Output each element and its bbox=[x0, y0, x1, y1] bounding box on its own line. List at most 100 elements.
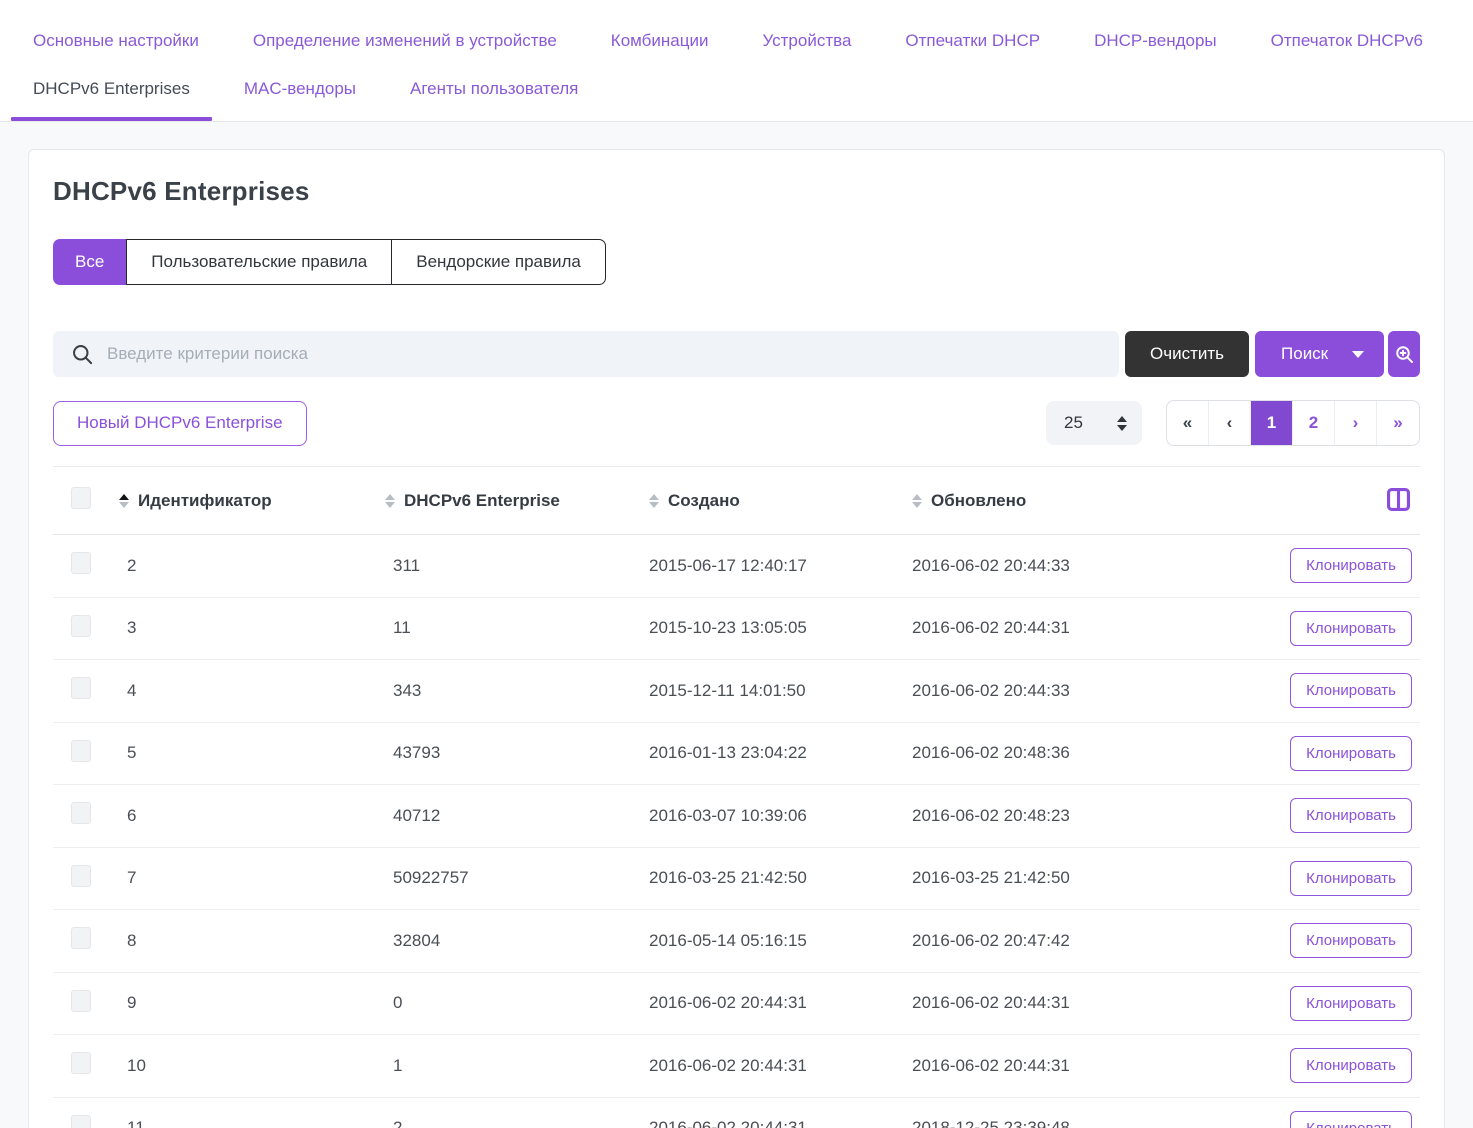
column-label: Обновлено bbox=[931, 490, 1027, 510]
row-id: 3 bbox=[109, 597, 375, 660]
tab-отпечаток-dhcpv6[interactable]: Отпечаток DHCPv6 bbox=[1249, 17, 1445, 65]
clone-button[interactable]: Клонировать bbox=[1290, 798, 1412, 834]
tab-устройства[interactable]: Устройства bbox=[740, 17, 873, 65]
row-checkbox[interactable] bbox=[71, 989, 91, 1012]
pagination-page-1[interactable]: 1 bbox=[1251, 401, 1293, 445]
row-created: 2016-05-14 05:16:15 bbox=[631, 909, 894, 973]
row-updated: 2016-06-02 20:44:31 bbox=[894, 1034, 1272, 1098]
actions-row: Новый DHCPv6 Enterprise 25 «‹ 1 2 ›» bbox=[53, 400, 1420, 446]
clone-button[interactable]: Клонировать bbox=[1290, 985, 1412, 1021]
column-header-создано[interactable]: Создано bbox=[649, 491, 894, 511]
row-checkbox[interactable] bbox=[71, 864, 91, 887]
tab-отпечатки-dhcp[interactable]: Отпечатки DHCP bbox=[883, 17, 1062, 65]
search-icon bbox=[73, 344, 93, 364]
search-button[interactable]: Поиск bbox=[1255, 331, 1385, 377]
row-updated: 2016-06-02 20:44:33 bbox=[894, 659, 1272, 723]
new-dhcpv6-enterprise-button[interactable]: Новый DHCPv6 Enterprise bbox=[53, 400, 307, 446]
row-updated: 2016-03-25 21:42:50 bbox=[894, 847, 1272, 910]
row-checkbox[interactable] bbox=[71, 1052, 91, 1075]
clone-button[interactable]: Клонировать bbox=[1290, 548, 1412, 584]
pagination-page-2[interactable]: 2 bbox=[1293, 401, 1335, 445]
row-id: 5 bbox=[109, 722, 375, 785]
tab-основные-настройки[interactable]: Основные настройки bbox=[11, 17, 221, 65]
clone-button[interactable]: Клонировать bbox=[1290, 673, 1412, 709]
tab-mac-вендоры[interactable]: MAC-вендоры bbox=[222, 65, 378, 113]
select-all-checkbox[interactable] bbox=[71, 487, 91, 509]
row-checkbox[interactable] bbox=[71, 802, 91, 825]
table-row: 7 50922757 2016-03-25 21:42:50 2016-03-25 2… bbox=[53, 847, 1420, 910]
row-enterprise: 11 bbox=[375, 597, 631, 660]
tab-определение-изменений-в-устройстве[interactable]: Определение изменений в устройстве bbox=[231, 17, 579, 65]
table-row: 8 32804 2016-05-14 05:16:15 2016-06-02 20:4… bbox=[53, 909, 1420, 973]
pagination-prev[interactable]: ‹ bbox=[1209, 401, 1251, 445]
row-checkbox[interactable] bbox=[71, 614, 91, 637]
row-checkbox[interactable] bbox=[71, 552, 91, 575]
sort-arrows-icon bbox=[119, 493, 129, 508]
column-header-идентификатор[interactable]: Идентификатор bbox=[119, 491, 375, 511]
row-updated: 2016-06-02 20:47:42 bbox=[894, 909, 1272, 973]
table-row: 2 311 2015-06-17 12:40:17 2016-06-02 20:44:… bbox=[53, 534, 1420, 598]
pagination: «‹ 1 2 ›» bbox=[1166, 400, 1420, 446]
pagination-last[interactable]: » bbox=[1377, 401, 1419, 445]
row-updated: 2016-06-02 20:48:23 bbox=[894, 784, 1272, 848]
column-label: Идентификатор bbox=[138, 490, 272, 510]
tab-dhcp-вендоры[interactable]: DHCP-вендоры bbox=[1072, 17, 1239, 65]
row-updated: 2016-06-02 20:48:36 bbox=[894, 722, 1272, 785]
row-id: 8 bbox=[109, 909, 375, 973]
row-created: 2016-06-02 20:44:31 bbox=[631, 972, 894, 1035]
search-box[interactable] bbox=[53, 331, 1119, 377]
column-header-dhcpv6-enterprise[interactable]: DHCPv6 Enterprise bbox=[385, 491, 631, 511]
clone-button[interactable]: Клонировать bbox=[1290, 735, 1412, 771]
row-updated: 2018-12-25 23:39:48 bbox=[894, 1097, 1272, 1128]
page-title: DHCPv6 Enterprises bbox=[53, 176, 310, 206]
pagination-first[interactable]: « bbox=[1167, 401, 1209, 445]
columns-icon bbox=[1387, 487, 1410, 511]
enterprises-table: Идентификатор DHCPv6 Enterprise Создано Обн… bbox=[53, 466, 1420, 1128]
table-row: 11 2 2016-06-02 20:44:31 2018-12-25 23:39:4… bbox=[53, 1097, 1420, 1128]
row-created: 2015-12-11 14:01:50 bbox=[631, 659, 894, 723]
segment-вендорские-правила[interactable]: Вендорские правила bbox=[391, 239, 606, 285]
page-size-value: 25 bbox=[1064, 413, 1083, 432]
row-created: 2015-10-23 13:05:05 bbox=[631, 597, 894, 660]
clone-button[interactable]: Клонировать bbox=[1290, 610, 1412, 646]
row-checkbox[interactable] bbox=[71, 1114, 91, 1128]
tab-агенты-пользователя[interactable]: Агенты пользователя bbox=[388, 65, 600, 113]
column-label: DHCPv6 Enterprise bbox=[404, 490, 560, 510]
segment-все[interactable]: Все bbox=[53, 239, 127, 285]
row-checkbox[interactable] bbox=[71, 677, 91, 700]
table-row: 10 1 2016-06-02 20:44:31 2016-06-02 20:44:3… bbox=[53, 1034, 1420, 1098]
segment-пользовательские-правила[interactable]: Пользовательские правила bbox=[126, 239, 393, 285]
row-enterprise: 1 bbox=[375, 1034, 631, 1098]
search-button-label: Поиск bbox=[1281, 344, 1329, 363]
sort-arrows-icon bbox=[649, 493, 659, 508]
row-enterprise: 311 bbox=[375, 534, 631, 598]
sort-arrows-icon bbox=[385, 493, 395, 508]
page-size-select[interactable]: 25 bbox=[1046, 401, 1142, 445]
pagination-next[interactable]: › bbox=[1335, 401, 1377, 445]
column-settings-button[interactable] bbox=[1385, 486, 1412, 516]
row-created: 2016-06-02 20:44:31 bbox=[631, 1097, 894, 1128]
row-id: 7 bbox=[109, 847, 375, 910]
row-enterprise: 0 bbox=[375, 972, 631, 1035]
row-checkbox[interactable] bbox=[71, 739, 91, 762]
row-updated: 2016-06-02 20:44:31 bbox=[894, 972, 1272, 1035]
row-id: 6 bbox=[109, 784, 375, 848]
tab-комбинации[interactable]: Комбинации bbox=[589, 17, 731, 65]
table-row: 3 11 2015-10-23 13:05:05 2016-06-02 20:44:3… bbox=[53, 597, 1420, 660]
column-label: Создано bbox=[668, 490, 740, 510]
tab-dhcpv6-enterprises[interactable]: DHCPv6 Enterprises bbox=[11, 65, 212, 121]
row-id: 4 bbox=[109, 659, 375, 723]
row-enterprise: 2 bbox=[375, 1097, 631, 1128]
advanced-search-button[interactable] bbox=[1388, 331, 1420, 377]
row-checkbox[interactable] bbox=[71, 927, 91, 950]
clear-button[interactable]: Очистить bbox=[1125, 331, 1250, 377]
search-input[interactable] bbox=[107, 344, 1105, 364]
row-updated: 2016-06-02 20:44:31 bbox=[894, 597, 1272, 660]
clone-button[interactable]: Клонировать bbox=[1290, 1110, 1412, 1128]
clone-button[interactable]: Клонировать bbox=[1290, 860, 1412, 896]
clone-button[interactable]: Клонировать bbox=[1290, 1048, 1412, 1084]
table-row: 9 0 2016-06-02 20:44:31 2016-06-02 20:44:31… bbox=[53, 972, 1420, 1035]
page-size-stepper-icon bbox=[1117, 415, 1127, 431]
column-header-обновлено[interactable]: Обновлено bbox=[912, 491, 1272, 511]
clone-button[interactable]: Клонировать bbox=[1290, 923, 1412, 959]
